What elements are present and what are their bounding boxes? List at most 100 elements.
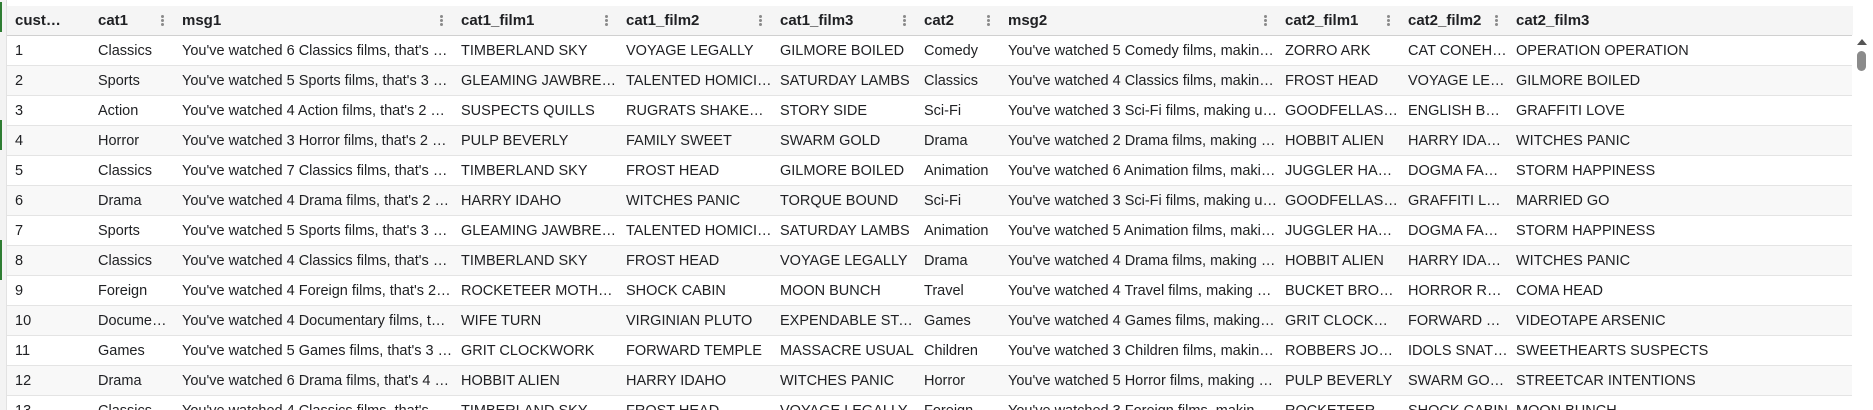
cell-customer-id[interactable]: 9: [7, 275, 90, 306]
cell-cat2[interactable]: Travel: [916, 275, 1000, 306]
cell-customer-id[interactable]: 5: [7, 155, 90, 186]
cell-msg1[interactable]: You've watched 3 Horror films, that's 2 …: [174, 125, 453, 156]
cell-msg1[interactable]: You've watched 4 Action films, that's 2 …: [174, 95, 453, 126]
cell-cat1-film3[interactable]: MOON BUNCH: [772, 275, 916, 306]
cell-cat1-film3[interactable]: WITCHES PANIC: [772, 365, 916, 396]
cell-cat2[interactable]: Drama: [916, 245, 1000, 276]
cell-cat2[interactable]: Classics: [916, 65, 1000, 96]
cell-cat2[interactable]: Comedy: [916, 35, 1000, 66]
table-row[interactable]: 6 Drama You've watched 4 Drama films, that…: [7, 185, 1853, 216]
cell-customer-id[interactable]: 11: [7, 335, 90, 366]
column-menu-icon[interactable]: [759, 15, 762, 26]
cell-cat2-film2[interactable]: HARRY IDAHO: [1400, 125, 1508, 156]
cell-msg2[interactable]: You've watched 3 Sci-Fi films, making up…: [1000, 95, 1277, 126]
cell-cat2-film2[interactable]: DOGMA FAMILY: [1400, 215, 1508, 246]
cell-cat1-film2[interactable]: FROST HEAD: [618, 245, 772, 276]
column-header-msg1[interactable]: msg1: [174, 6, 453, 36]
cell-customer-id[interactable]: 1: [7, 35, 90, 66]
cell-cat2-film3[interactable]: GRAFFITI LOVE: [1508, 95, 1853, 126]
column-header-cat1-film2[interactable]: cat1_film2: [618, 6, 772, 36]
cell-cat2-film1[interactable]: HOBBIT ALIEN: [1277, 245, 1400, 276]
cell-cat2-film3[interactable]: SWEETHEARTS SUSPECTS: [1508, 335, 1853, 366]
vertical-scrollbar[interactable]: [1852, 35, 1873, 410]
cell-cat1-film1[interactable]: TIMBERLAND SKY: [453, 155, 618, 186]
cell-cat1-film3[interactable]: SATURDAY LAMBS: [772, 215, 916, 246]
scroll-up-arrow-icon[interactable]: [1857, 39, 1867, 45]
cell-cat1[interactable]: Horror: [90, 125, 174, 156]
cell-cat2-film2[interactable]: VOYAGE LEGALLY: [1400, 65, 1508, 96]
cell-cat1[interactable]: Sports: [90, 215, 174, 246]
cell-cat1-film2[interactable]: TALENTED HOMICIDE: [618, 65, 772, 96]
cell-cat1[interactable]: Documentary: [90, 305, 174, 336]
cell-cat1[interactable]: Drama: [90, 185, 174, 216]
cell-cat1-film2[interactable]: VOYAGE LEGALLY: [618, 35, 772, 66]
cell-customer-id[interactable]: 3: [7, 95, 90, 126]
cell-msg2[interactable]: You've watched 4 Games films, making up …: [1000, 305, 1277, 336]
cell-customer-id[interactable]: 10: [7, 305, 90, 336]
cell-cat1-film1[interactable]: GLEAMING JAWBREAKER: [453, 65, 618, 96]
table-row[interactable]: 7 Sports You've watched 5 Sports films, th…: [7, 215, 1853, 246]
cell-cat2-film2[interactable]: ENGLISH BULWORTH: [1400, 95, 1508, 126]
table-row[interactable]: 12 Drama You've watched 6 Drama films, tha…: [7, 365, 1853, 396]
cell-msg1[interactable]: You've watched 4 Drama films, that's 2 m…: [174, 185, 453, 216]
column-header-cat1[interactable]: cat1: [90, 6, 174, 36]
cell-cat2-film1[interactable]: JUGGLER HARDLY: [1277, 215, 1400, 246]
column-menu-icon[interactable]: [987, 15, 990, 26]
column-menu-icon[interactable]: [1495, 15, 1498, 26]
cell-cat1-film3[interactable]: EXPENDABLE STALLION: [772, 305, 916, 336]
column-header-cat2-film2[interactable]: cat2_film2: [1400, 6, 1508, 36]
cell-cat2-film1[interactable]: GRIT CLOCKWORK: [1277, 305, 1400, 336]
cell-cat1-film2[interactable]: RUGRATS SHAKESPEARE: [618, 95, 772, 126]
cell-cat1-film3[interactable]: GILMORE BOILED: [772, 155, 916, 186]
column-header-cat1-film3[interactable]: cat1_film3: [772, 6, 916, 36]
cell-cat2-film3[interactable]: MARRIED GO: [1508, 185, 1853, 216]
table-row[interactable]: 10DocumentaryYou've watched 4 Documentar…: [7, 305, 1853, 336]
cell-msg1[interactable]: You've watched 4 Classics films, that's …: [174, 395, 453, 410]
cell-cat2-film3[interactable]: WITCHES PANIC: [1508, 245, 1853, 276]
column-header-cat2[interactable]: cat2: [916, 6, 1000, 36]
cell-cat1-film2[interactable]: FROST HEAD: [618, 395, 772, 410]
cell-cat2-film1[interactable]: ROBBERS JOON: [1277, 335, 1400, 366]
cell-msg2[interactable]: You've watched 5 Animation films, making…: [1000, 215, 1277, 246]
cell-cat2-film1[interactable]: JUGGLER HARDLY: [1277, 155, 1400, 186]
cell-cat1-film1[interactable]: TIMBERLAND SKY: [453, 35, 618, 66]
cell-msg2[interactable]: You've watched 6 Animation films, making…: [1000, 155, 1277, 186]
cell-cat2-film1[interactable]: HOBBIT ALIEN: [1277, 125, 1400, 156]
table-row[interactable]: 5 Classics You've watched 7 Classics films…: [7, 155, 1853, 186]
cell-customer-id[interactable]: 7: [7, 215, 90, 246]
cell-msg2[interactable]: You've watched 5 Comedy films, making up…: [1000, 35, 1277, 66]
cell-cat2[interactable]: Foreign: [916, 395, 1000, 410]
cell-cat2-film2[interactable]: HORROR REIGN: [1400, 275, 1508, 306]
cell-cat2-film3[interactable]: WITCHES PANIC: [1508, 125, 1853, 156]
cell-cat2-film1[interactable]: GOODFELLAS SALUTE: [1277, 185, 1400, 216]
cell-msg1[interactable]: You've watched 7 Classics films, that's …: [174, 155, 453, 186]
cell-customer-id[interactable]: 13: [7, 395, 90, 410]
cell-msg1[interactable]: You've watched 5 Sports films, that's 3 …: [174, 65, 453, 96]
cell-msg1[interactable]: You've watched 4 Classics films, that's …: [174, 245, 453, 276]
cell-msg1[interactable]: You've watched 5 Sports films, that's 3 …: [174, 215, 453, 246]
cell-cat2-film2[interactable]: FORWARD TEMPLE: [1400, 305, 1508, 336]
cell-cat1-film1[interactable]: TIMBERLAND SKY: [453, 395, 618, 410]
cell-cat2-film1[interactable]: ZORRO ARK: [1277, 35, 1400, 66]
cell-cat2[interactable]: Horror: [916, 365, 1000, 396]
cell-cat2[interactable]: Sci-Fi: [916, 95, 1000, 126]
cell-customer-id[interactable]: 2: [7, 65, 90, 96]
cell-msg2[interactable]: You've watched 3 Children films, making …: [1000, 335, 1277, 366]
cell-customer-id[interactable]: 4: [7, 125, 90, 156]
table-row[interactable]: 11 Games You've watched 5 Games films, tha…: [7, 335, 1853, 366]
cell-cat1[interactable]: Sports: [90, 65, 174, 96]
cell-cat1-film1[interactable]: GRIT CLOCKWORK: [453, 335, 618, 366]
cell-customer-id[interactable]: 8: [7, 245, 90, 276]
column-header-cat1-film1[interactable]: cat1_film1: [453, 6, 618, 36]
cell-cat2-film3[interactable]: MOON BUNCH: [1508, 395, 1853, 410]
cell-cat2-film3[interactable]: STORM HAPPINESS: [1508, 215, 1853, 246]
cell-msg1[interactable]: You've watched 4 Foreign films, that's 2…: [174, 275, 453, 306]
cell-cat1-film1[interactable]: HARRY IDAHO: [453, 185, 618, 216]
cell-cat1-film3[interactable]: STORY SIDE: [772, 95, 916, 126]
table-row[interactable]: 9 Foreign You've watched 4 Foreign films, …: [7, 275, 1853, 306]
cell-cat2-film2[interactable]: SWARM GOLD: [1400, 365, 1508, 396]
column-header-cat2-film1[interactable]: cat2_film1: [1277, 6, 1400, 36]
cell-cat1-film2[interactable]: SHOCK CABIN: [618, 275, 772, 306]
cell-cat1-film1[interactable]: GLEAMING JAWBREAKER: [453, 215, 618, 246]
cell-cat2[interactable]: Sci-Fi: [916, 185, 1000, 216]
